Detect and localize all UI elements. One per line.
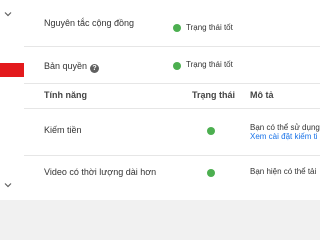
chevron-down-icon[interactable] (4, 10, 12, 18)
sidebar (0, 0, 24, 200)
feature-name: Kiếm tiền (44, 125, 82, 135)
header-feature: Tính năng (44, 90, 87, 100)
monetization-settings-link[interactable]: Xem cài đặt kiếm ti (250, 132, 320, 142)
header-description: Mô tả (250, 90, 274, 100)
copyright-status-text: Trạng thái tốt (186, 60, 233, 69)
table-row: Kiếm tiền Bạn có thể sử dụng Xem cài đặt… (24, 109, 320, 155)
sidebar-active-item[interactable] (0, 63, 24, 77)
chevron-down-icon[interactable] (4, 181, 12, 189)
copyright-label: Bản quyền? (44, 61, 100, 73)
status-dot-icon (173, 62, 181, 70)
status-dot-icon (173, 24, 181, 32)
community-guidelines-row: Nguyên tắc cộng đồng Trạng thái tốt (24, 0, 320, 46)
help-icon[interactable]: ? (90, 64, 100, 73)
main-panel: Nguyên tắc cộng đồng Trạng thái tốt Bản … (24, 0, 320, 200)
status-dot-icon (207, 127, 215, 135)
copyright-row: Bản quyền? Trạng thái tốt (24, 47, 320, 83)
copyright-label-text: Bản quyền (44, 61, 88, 71)
feature-name: Video có thời lượng dài hơn (44, 167, 157, 177)
feature-description: Bạn hiện có thể tải (250, 167, 317, 176)
header-status: Trạng thái (192, 90, 236, 100)
status-dot-icon (207, 169, 215, 177)
features-table-header: Tính năng Trạng thái Mô tả (24, 84, 320, 108)
community-guidelines-label: Nguyên tắc cộng đồng (44, 18, 135, 28)
table-row: Video có thời lượng dài hơn Bạn hiện có … (24, 156, 320, 200)
status-card: Nguyên tắc cộng đồng Trạng thái tốt Bản … (24, 0, 320, 200)
community-status-text: Trạng thái tốt (186, 23, 233, 32)
